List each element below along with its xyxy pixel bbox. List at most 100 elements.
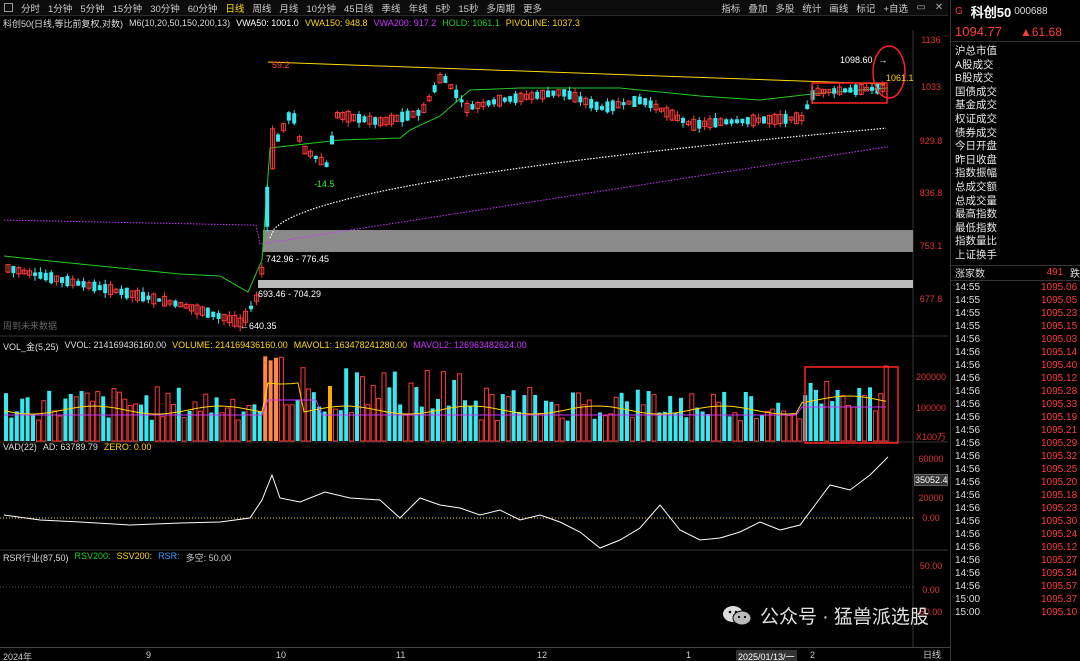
volume-bar [791, 413, 797, 442]
toolbar-tool-button[interactable]: 指标 [717, 1, 744, 15]
period-tab[interactable]: 分时 [17, 1, 44, 15]
period-tab[interactable]: 日线 [221, 1, 248, 15]
period-tab[interactable]: 季线 [378, 1, 405, 15]
close-icon[interactable]: ✕ [930, 2, 948, 13]
tick-time: 14:56 [955, 463, 981, 475]
candle-body [470, 104, 475, 110]
tick-time: 15:00 [955, 606, 981, 618]
tick-price: 1095.06 [1041, 281, 1078, 293]
volume-bar [68, 393, 73, 441]
period-tab[interactable]: 5秒 [432, 1, 455, 15]
toolbar-tool-button[interactable]: +自选 [879, 1, 912, 15]
candle-body [681, 118, 685, 123]
vad-line [3, 456, 889, 549]
price-axis-label: 677.8 [919, 294, 943, 304]
stat-item: 债券成交 [955, 126, 997, 139]
volume-bar [181, 417, 187, 442]
period-tab[interactable]: 45日线 [340, 1, 378, 15]
tick-time: 14:56 [955, 372, 981, 384]
period-tab[interactable]: 15分钟 [109, 1, 147, 15]
volume-bar [349, 412, 355, 442]
candle-body [405, 110, 410, 121]
tick-list[interactable]: 14:55 1095.06 14:55 1095.05 14:55 1095.23 14:5… [951, 281, 1080, 619]
quote-panel: G 科创50 000688 1094.77 ▲61.68 沪总市值 A股成交 B股成… [950, 0, 1080, 661]
grid-icon[interactable] [4, 3, 13, 12]
stats-list: 沪总市值 A股成交 B股成交 国债成交 基金成交 权证成交 债券成交 今日开盘 昨日收盘 指数振幅… [951, 42, 1080, 263]
tick-row: 14:56 1095.34 [955, 567, 1080, 580]
vwa50-line [269, 127, 887, 239]
toolbar-tool-button[interactable]: 统计 [798, 1, 825, 15]
tick-price: 1095.40 [1041, 359, 1078, 371]
toolbar-tool-button[interactable]: 叠加 [744, 1, 771, 15]
volume-bar [883, 365, 889, 442]
candle-body [486, 100, 491, 106]
volume-bar [165, 392, 171, 442]
candle-body [124, 287, 129, 299]
tick-price: 1095.15 [1041, 320, 1078, 332]
tick-price: 1095.29 [1041, 437, 1078, 449]
m6-label: M6(10,20,50,150,200,13) [129, 18, 231, 28]
volume-bar [505, 396, 511, 442]
volume-bar [122, 398, 128, 442]
toolbar-tool-button[interactable]: 画线 [825, 1, 852, 15]
period-indicator[interactable]: 日线 [914, 647, 950, 661]
volume-bar [365, 404, 371, 442]
tick-time: 14:56 [955, 346, 981, 358]
tick-time: 14:56 [955, 580, 981, 592]
volume-bar [300, 367, 306, 442]
tick-price: 1095.14 [1041, 346, 1078, 358]
period-tab[interactable]: 30分钟 [146, 1, 184, 15]
volume-bar [436, 398, 440, 441]
tick-row: 14:56 1095.12 [955, 541, 1080, 554]
period-tab[interactable]: 年线 [405, 1, 432, 15]
candle-body [313, 155, 318, 159]
toolbar-tool-button[interactable]: 多股 [771, 1, 798, 15]
volume-bar [311, 392, 316, 441]
volume-bar [668, 396, 673, 441]
candle-body [205, 307, 210, 318]
period-tab[interactable]: 月线 [275, 1, 302, 15]
period-tab[interactable]: 周线 [248, 1, 275, 15]
volume-bar [640, 404, 646, 442]
candle-body [211, 311, 216, 318]
volume-bar [592, 418, 597, 441]
tick-row: 14:56 1095.25 [955, 463, 1080, 476]
volume-bar [322, 411, 327, 441]
date-axis: 2024年 9 10 11 12 1 2025/01/13/一 2 [0, 647, 914, 661]
volume-bar [408, 382, 414, 442]
period-tab[interactable]: 60分钟 [184, 1, 222, 15]
volume-bar [608, 413, 614, 442]
period-tab[interactable]: 10分钟 [302, 1, 340, 15]
volume-bar [538, 412, 544, 442]
support-zone [258, 280, 913, 288]
period-tab[interactable]: 15秒 [454, 1, 482, 15]
volume-bar [57, 415, 63, 442]
volume-bar [559, 417, 565, 442]
volume-bar [278, 356, 284, 442]
tick-row: 14:56 1095.21 [955, 424, 1080, 437]
period-tab[interactable]: 更多 [519, 1, 546, 15]
vwa200-line [3, 146, 889, 245]
candle-body [783, 113, 788, 124]
volume-bar [868, 387, 872, 441]
price-axis-label: 836.8 [919, 188, 943, 198]
tick-row: 14:56 1095.30 [955, 515, 1080, 528]
candle-body [745, 117, 750, 125]
period-tab[interactable]: 多周期 [482, 1, 519, 15]
candle-body [443, 76, 448, 83]
stat-item: 总成交量 [955, 194, 997, 207]
price-axis-label: 929.8 [919, 136, 943, 146]
minimize-icon[interactable]: ▭ [912, 2, 930, 13]
period-tab[interactable]: 1分钟 [44, 1, 76, 15]
volume-bar [679, 397, 683, 441]
volume-bar [851, 406, 857, 442]
volume-bar [274, 357, 278, 441]
candle-body [740, 118, 745, 124]
tick-row: 14:56 1095.03 [955, 333, 1080, 346]
toolbar-tool-button[interactable]: 标记 [852, 1, 879, 15]
tick-time: 14:56 [955, 450, 981, 462]
period-tab[interactable]: 5分钟 [76, 1, 108, 15]
tick-time: 15:00 [955, 593, 981, 605]
candle-body [832, 88, 837, 94]
volume-bar [214, 397, 219, 441]
